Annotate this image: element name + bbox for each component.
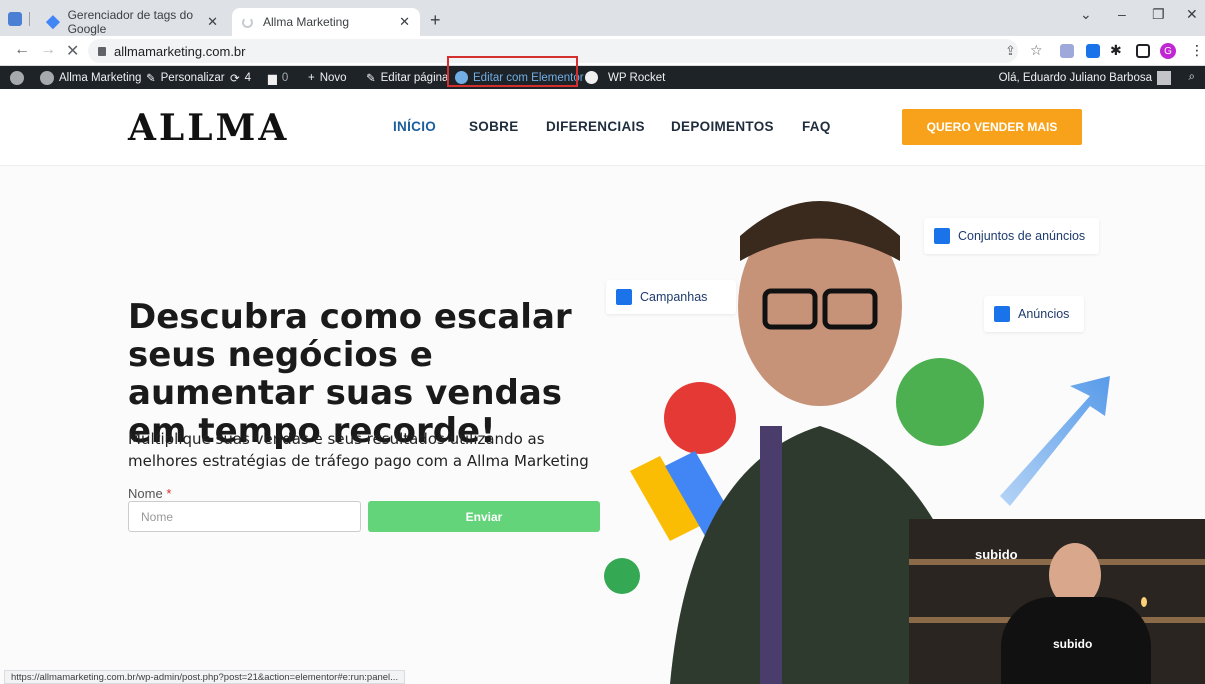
extension-icon[interactable] — [1060, 44, 1074, 58]
refresh-icon: ⟳ — [230, 72, 240, 85]
wp-rocket[interactable]: WP Rocket — [585, 66, 665, 89]
tab-label: Gerenciador de tags do Google — [67, 8, 193, 36]
status-bar-url: https://allmamarketing.com.br/wp-admin/p… — [4, 670, 406, 684]
browser-toolbar: ← → ✕ allmamarketing.com.br ⇪ ☆ ✱ G ⋮ — [0, 36, 1205, 66]
restore-button[interactable]: ❐ — [1152, 6, 1165, 23]
nav-sobre[interactable]: SOBRE — [469, 119, 519, 134]
close-window-button[interactable]: ✕ — [1186, 6, 1198, 23]
back-icon[interactable]: ← — [14, 41, 30, 59]
comment-icon: ▆ — [268, 72, 277, 85]
name-label: Nome * — [128, 486, 172, 501]
submit-button[interactable]: Enviar — [368, 501, 600, 532]
url-text: allmamarketing.com.br — [114, 43, 246, 59]
chip-conjuntos: Conjuntos de anúncios — [924, 218, 1099, 254]
name-input[interactable] — [128, 501, 361, 532]
ad-icon — [994, 306, 1010, 322]
site-logo[interactable]: ALLMA — [128, 107, 289, 149]
extensions-puzzle-icon[interactable]: ✱ — [1110, 42, 1122, 59]
wordpress-icon — [10, 70, 24, 85]
highlight-box — [447, 56, 578, 87]
nav-diferenciais[interactable]: DIFERENCIAIS — [546, 119, 645, 134]
tab-search-chevron-icon[interactable]: ⌄ — [1080, 6, 1092, 23]
gtm-icon — [45, 15, 60, 29]
tab-google-tag-manager[interactable]: Gerenciador de tags do Google ✕ — [38, 8, 228, 36]
candle-light — [1141, 597, 1147, 607]
hero-subheadline: Multiplique suas vendas e seus resultado… — [128, 430, 589, 470]
tab-search-icon[interactable] — [8, 12, 22, 26]
dashboard-icon — [40, 70, 54, 85]
pencil-icon: ✎ — [366, 72, 376, 85]
sign-text: subido — [975, 547, 1018, 562]
wp-my-account[interactable]: Olá, Eduardo Juliano Barbosa — [999, 66, 1171, 89]
wp-logo-menu[interactable] — [10, 66, 24, 89]
webcam-overlay: subido subido — [909, 519, 1205, 684]
bookmark-star-icon[interactable]: ☆ — [1030, 42, 1043, 59]
rocket-icon — [585, 71, 598, 84]
campaign-icon — [616, 289, 632, 305]
lock-icon — [98, 46, 106, 56]
stop-icon[interactable]: ✕ — [66, 41, 79, 61]
wp-comments[interactable]: ▆ 0 — [268, 66, 288, 89]
wp-customize[interactable]: ✎ Personalizar — [146, 66, 225, 89]
tab-label: Allma Marketing — [263, 15, 350, 29]
wp-new[interactable]: + Novo — [308, 66, 347, 89]
browser-tab-strip: Gerenciador de tags do Google ✕ Allma Ma… — [0, 0, 1205, 36]
shirt-text: subido — [1053, 637, 1093, 651]
brush-icon: ✎ — [146, 72, 156, 85]
plus-icon: + — [308, 71, 315, 84]
wp-search-icon[interactable]: ⌕ — [1189, 66, 1195, 89]
cta-button[interactable]: QUERO VENDER MAIS — [902, 109, 1082, 145]
share-icon[interactable]: ⇪ — [1005, 43, 1016, 59]
chip-anuncios: Anúncios — [984, 296, 1084, 332]
close-icon[interactable]: ✕ — [399, 14, 410, 30]
chip-campanhas: Campanhas — [606, 280, 736, 314]
tab-allma-marketing[interactable]: Allma Marketing ✕ — [232, 8, 420, 36]
nav-faq[interactable]: FAQ — [802, 119, 831, 134]
menu-kebab-icon[interactable]: ⋮ — [1190, 42, 1204, 59]
wp-admin-bar: Allma Marketing ✎ Personalizar ⟳ 4 ▆ 0 + Nov… — [0, 56, 1205, 89]
tab-divider — [29, 12, 30, 26]
minimize-button[interactable]: – — [1118, 6, 1126, 22]
wp-edit-page[interactable]: ✎ Editar página — [366, 66, 448, 89]
close-icon[interactable]: ✕ — [207, 14, 218, 30]
nav-inicio[interactable]: INÍCIO — [393, 119, 436, 134]
wp-site-name[interactable]: Allma Marketing — [40, 66, 141, 89]
grid-icon — [934, 228, 950, 244]
wp-updates[interactable]: ⟳ 4 — [230, 66, 251, 89]
required-mark: * — [166, 486, 172, 501]
side-panel-icon[interactable] — [1136, 44, 1150, 58]
extension-icon[interactable] — [1086, 44, 1100, 58]
user-avatar — [1157, 70, 1171, 85]
forward-icon[interactable]: → — [40, 41, 56, 59]
site-header: ALLMA INÍCIO SOBRE DIFERENCIAIS DEPOIMEN… — [0, 89, 1205, 166]
new-tab-button[interactable]: + — [430, 10, 441, 31]
loading-icon — [242, 16, 253, 28]
nav-depoimentos[interactable]: DEPOIMENTOS — [671, 119, 774, 134]
profile-avatar[interactable]: G — [1160, 43, 1176, 59]
